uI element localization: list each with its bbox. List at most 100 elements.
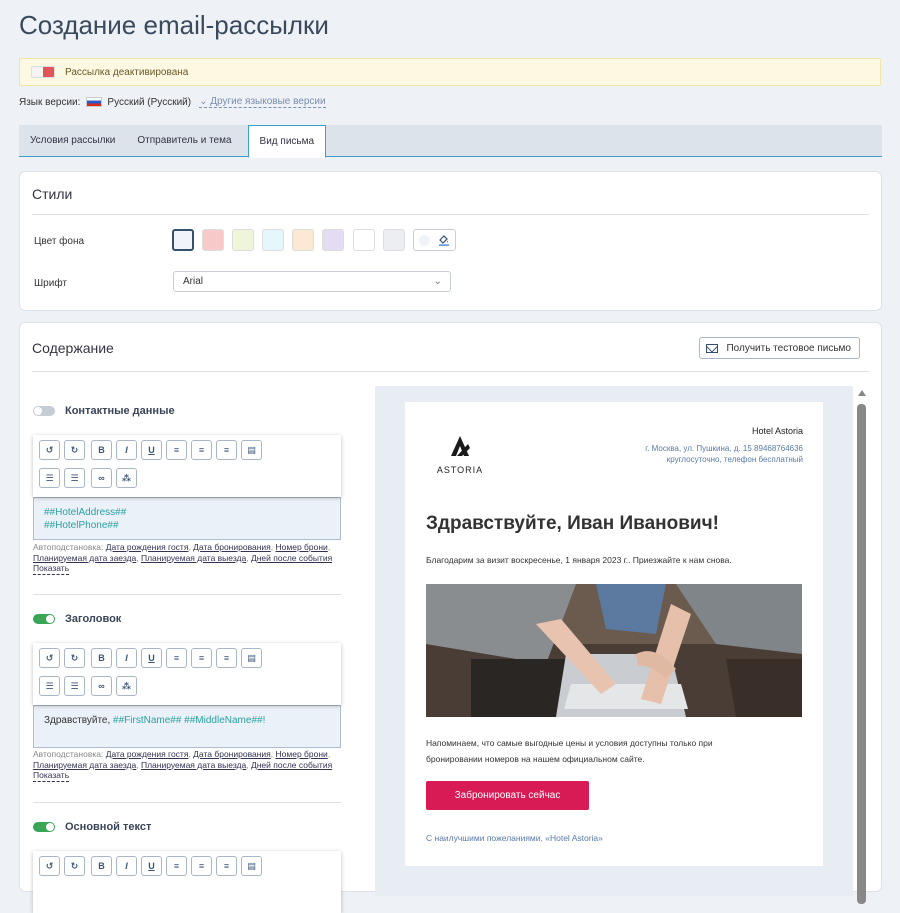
language-label: Язык версии: <box>19 96 81 108</box>
autofill-booking-date[interactable]: Дата бронирования <box>193 542 271 552</box>
autofill-checkout[interactable]: Планируемая дата выезда <box>141 553 246 563</box>
numbered-list-icon[interactable]: ☰ <box>64 676 85 696</box>
swatch-pink[interactable] <box>202 229 224 251</box>
undo-icon[interactable]: ↺ <box>39 648 60 668</box>
heading-prefix: Здравствуйте, <box>44 715 114 726</box>
underline-icon[interactable]: U <box>141 648 162 668</box>
italic-icon[interactable]: I <box>116 440 137 460</box>
align-right-icon[interactable]: ≡ <box>216 440 237 460</box>
swatch-peach[interactable] <box>292 229 314 251</box>
swatch-cyan[interactable] <box>262 229 284 251</box>
italic-icon[interactable]: I <box>116 648 137 668</box>
bold-icon[interactable]: B <box>91 856 112 876</box>
swatch-gray[interactable] <box>383 229 405 251</box>
section-divider <box>33 594 341 595</box>
align-right-icon[interactable]: ≡ <box>216 856 237 876</box>
tab-view[interactable]: Вид письма <box>247 125 327 158</box>
section-heading-title: Заголовок <box>65 613 122 625</box>
swatch-white[interactable] <box>353 229 375 251</box>
align-left-icon[interactable]: ≡ <box>166 648 187 668</box>
bold-icon[interactable]: B <box>91 648 112 668</box>
bullet-list-icon[interactable]: ☰ <box>39 676 60 696</box>
swatch-blue-gray[interactable] <box>172 229 194 251</box>
body-toggle[interactable] <box>33 822 55 832</box>
align-center-icon[interactable]: ≡ <box>191 856 212 876</box>
logo-text: ASTORIA <box>436 465 484 475</box>
autofill-show-link[interactable]: Показать <box>33 770 70 782</box>
page-title: Создание email-рассылки <box>19 10 329 40</box>
tab-sender[interactable]: Отправитель и тема <box>126 125 242 156</box>
astoria-logo-icon <box>451 436 470 456</box>
email-regards: С наилучшими пожеланиями, «Hotel Astoria… <box>426 833 603 843</box>
link-icon[interactable]: ∞ <box>91 676 112 696</box>
undo-icon[interactable]: ↺ <box>39 440 60 460</box>
autofill-checkin[interactable]: Планируемая дата заезда <box>33 553 136 563</box>
test-email-label: Получить тестовое письмо <box>726 342 851 354</box>
font-value: Arial <box>183 276 204 287</box>
autofill-label: Автоподстановка: <box>33 542 104 552</box>
other-languages-link[interactable]: ⌄ Другие языковые версии <box>199 96 326 108</box>
swatch-lime[interactable] <box>232 229 254 251</box>
italic-icon[interactable]: I <box>116 856 137 876</box>
underline-icon[interactable]: U <box>141 856 162 876</box>
align-center-icon[interactable]: ≡ <box>191 648 212 668</box>
autofill-booking-number[interactable]: Номер брони <box>276 542 328 552</box>
underline-icon[interactable]: U <box>141 440 162 460</box>
styles-card: Стили Цвет фона Шрифт Arial ⌄ <box>19 171 882 311</box>
bullet-list-icon[interactable]: ☰ <box>39 468 60 488</box>
bg-color-label: Цвет фона <box>34 236 85 247</box>
autofill-birthday[interactable]: Дата рождения гостя <box>106 749 189 759</box>
body-editor: ↺ ↻ B I U ≡ ≡ ≡ ▤ <box>33 851 341 913</box>
unlink-icon[interactable]: ⁂ <box>116 676 137 696</box>
autofill-days-after[interactable]: Дней после события <box>251 553 332 563</box>
redo-icon[interactable]: ↻ <box>64 856 85 876</box>
book-now-button[interactable]: Забронировать сейчас <box>426 781 589 810</box>
unlink-icon[interactable]: ⁂ <box>116 468 137 488</box>
bold-icon[interactable]: B <box>91 440 112 460</box>
photo-illustration <box>426 584 802 717</box>
email-preview: ASTORIA Hotel Astoria г. Москва, ул. Пуш… <box>375 386 853 896</box>
link-icon[interactable]: ∞ <box>91 468 112 488</box>
redo-icon[interactable]: ↻ <box>64 440 85 460</box>
heading-autofill: Автоподстановка: Дата рождения гостя, Да… <box>33 749 333 782</box>
test-email-button[interactable]: Получить тестовое письмо <box>699 337 860 359</box>
editor-toolbar: ↺ ↻ B I U ≡ ≡ ≡ ▤ ☰ ☰ ∞ ⁂ <box>33 643 341 705</box>
envelope-icon <box>706 343 719 353</box>
align-left-icon[interactable]: ≡ <box>166 856 187 876</box>
autofill-checkout[interactable]: Планируемая дата выезда <box>141 760 246 770</box>
align-right-icon[interactable]: ≡ <box>216 648 237 668</box>
font-select[interactable]: Arial ⌄ <box>173 271 451 292</box>
align-justify-icon[interactable]: ▤ <box>241 856 262 876</box>
autofill-birthday[interactable]: Дата рождения гостя <box>106 542 189 552</box>
align-left-icon[interactable]: ≡ <box>166 440 187 460</box>
russia-flag-icon <box>86 97 103 107</box>
contacts-toggle[interactable] <box>33 406 55 416</box>
numbered-list-icon[interactable]: ☰ <box>64 468 85 488</box>
autofill-show-link[interactable]: Показать <box>33 563 70 575</box>
tab-bar: Условия рассылки Отправитель и тема Вид … <box>19 125 882 158</box>
content-divider <box>32 371 869 372</box>
activation-toggle[interactable] <box>31 66 55 78</box>
align-justify-icon[interactable]: ▤ <box>241 648 262 668</box>
autofill-checkin[interactable]: Планируемая дата заезда <box>33 760 136 770</box>
autofill-booking-number[interactable]: Номер брони <box>276 749 328 759</box>
contacts-text-area[interactable]: ##HotelAddress## ##HotelPhone## <box>33 497 341 540</box>
autofill-days-after[interactable]: Дней после события <box>251 760 332 770</box>
align-justify-icon[interactable]: ▤ <box>241 440 262 460</box>
align-center-icon[interactable]: ≡ <box>191 440 212 460</box>
custom-color-picker[interactable] <box>413 229 456 251</box>
preview-scrollbar[interactable] <box>856 386 867 904</box>
undo-icon[interactable]: ↺ <box>39 856 60 876</box>
chevron-down-icon: ⌄ <box>433 276 442 287</box>
redo-icon[interactable]: ↻ <box>64 648 85 668</box>
heading-text-area[interactable]: Здравствуйте, ##FirstName## ##MiddleName… <box>33 705 341 748</box>
heading-toggle[interactable] <box>33 614 55 624</box>
tab-conditions[interactable]: Условия рассылки <box>19 125 126 156</box>
swatch-lavender[interactable] <box>322 229 344 251</box>
content-title: Содержание <box>32 340 114 356</box>
scroll-thumb[interactable] <box>857 404 866 904</box>
content-card: Содержание Получить тестовое письмо Конт… <box>19 322 882 913</box>
editor-toolbar: ↺ ↻ B I U ≡ ≡ ≡ ▤ ☰ ☰ ∞ ⁂ <box>33 435 341 497</box>
autofill-booking-date[interactable]: Дата бронирования <box>193 749 271 759</box>
scroll-up-arrow-icon[interactable] <box>858 390 866 396</box>
